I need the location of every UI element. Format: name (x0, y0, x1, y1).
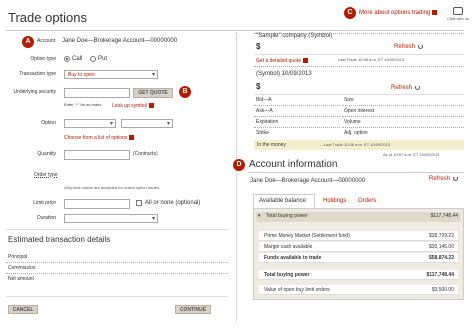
quote1-refresh-button[interactable]: Refresh (394, 44, 424, 50)
refresh-icon (418, 44, 424, 49)
option-month-select[interactable] (64, 119, 116, 128)
balance-row: Value of open buy limit orders $3,500.00 (259, 285, 458, 295)
quote2-refresh-button[interactable]: Refresh (391, 85, 421, 91)
quote2-price: $ (256, 82, 261, 91)
tab-orders[interactable]: Orders (358, 198, 376, 204)
option-strike-select[interactable] (121, 119, 173, 128)
option-label: Option (41, 120, 56, 126)
index-hint: Enter "^" for an index. (64, 102, 103, 107)
total-buying-power-value: $117,748.44 (430, 213, 458, 219)
refresh-icon (415, 85, 421, 90)
tab-available-balance-label: Available balance (259, 198, 306, 204)
underlying-security-input[interactable] (64, 88, 130, 98)
external-link-icon (129, 135, 135, 140)
chat-with-us-link[interactable]: Chat with us (447, 17, 469, 21)
duration-select[interactable] (64, 214, 158, 223)
duration-label: Duration (37, 215, 56, 221)
quote2-right-field: Volume (344, 119, 361, 125)
order-type-note: Only limit orders are accepted for onlin… (64, 185, 161, 190)
limit-price-input[interactable] (64, 199, 130, 209)
quote2-left-field: Ask—A (256, 108, 273, 114)
badge-a: A (22, 36, 34, 48)
transaction-type-label: Transaction type (19, 71, 56, 77)
account-value: Jane Doe—Brokerage Account—00000000 (62, 38, 178, 44)
call-radio[interactable] (64, 56, 70, 62)
quote2-right-field: Open interest (344, 108, 375, 114)
more-about-options-link[interactable]: More about options trading (359, 10, 438, 16)
quote1-price: $ (256, 42, 261, 51)
principal-divider (6, 262, 228, 263)
quote1-last-trade: Last Trade 10:58 a.m. ET 10/09/2013 (338, 57, 405, 62)
badge-b: B (179, 86, 191, 98)
external-link-icon (432, 10, 438, 15)
quote2-divider (254, 94, 464, 95)
page-title: Trade options (8, 10, 88, 25)
account-info-divider (248, 172, 464, 173)
external-link-icon (149, 103, 155, 108)
limit-price-label: Limit price (33, 200, 56, 206)
quote2-field-divider (342, 127, 464, 128)
put-label: Put (98, 56, 108, 62)
order-type-label: Order type (34, 172, 58, 178)
quote2-field-divider (254, 127, 340, 128)
badge-d: D (233, 159, 245, 171)
principal-label: Principal (8, 254, 28, 260)
balance-row: Margin cash available $30,145.00 (259, 242, 458, 252)
quote2-left-field: Bid—A (256, 97, 272, 103)
cancel-button[interactable]: CANCEL (8, 305, 38, 314)
refresh-icon (453, 176, 459, 181)
choose-options-link[interactable]: Choose from a list of options (64, 135, 135, 141)
put-radio[interactable] (90, 56, 96, 62)
estimated-title: Estimated transaction details (8, 235, 111, 244)
external-link-icon (303, 58, 309, 63)
quote1-bottom-divider (254, 66, 464, 67)
option-type-label: Option type (30, 56, 56, 62)
quote2-title: (Symbol) 10/09/2013 (256, 71, 312, 77)
account-label: Account (37, 38, 56, 44)
quantity-input[interactable] (64, 150, 130, 160)
net-amount-label: Net amount (8, 276, 34, 282)
call-label: Call (72, 56, 83, 62)
title-divider (6, 30, 464, 31)
continue-button[interactable]: CONTINUE (175, 305, 211, 314)
chat-icon[interactable] (453, 7, 463, 15)
form-divider (6, 229, 228, 230)
quote2-field-divider (342, 105, 464, 106)
quote2-right-field: Adj. option (344, 130, 368, 136)
quote1-divider (254, 54, 464, 55)
bottom-divider (6, 296, 228, 297)
in-the-money-label: In the money (257, 142, 286, 148)
transaction-type-select[interactable]: Buy to open (64, 70, 158, 79)
quote2-last-trade: —Last Trade 10:58 a.m. ET 10/09/2013 (320, 142, 391, 147)
balance-row: Funds available to trade $58,874.22 (259, 253, 458, 263)
all-or-none-label: All or none (optional) (145, 200, 201, 206)
quote2-field-divider (342, 116, 464, 117)
quote2-field-divider (254, 105, 340, 106)
underlying-security-label: Underlying security (13, 89, 56, 95)
account-info-account: Jane Doe—Brokerage Account—00000000 (250, 178, 366, 184)
total-buying-power-label: Total buying power (266, 213, 308, 219)
quote2-field-divider (254, 116, 340, 117)
quantity-label: Quantity (37, 151, 56, 157)
tab-holdings[interactable]: Holdings (323, 198, 346, 204)
balance-row: Prime Money Market (Settlement fund) $28,… (259, 231, 458, 241)
get-quote-button[interactable]: GET QUOTE (133, 88, 173, 98)
column-separator (236, 32, 237, 322)
account-info-timestamp: As of 10:57 a.m. ET 10/09/2013 (383, 152, 440, 157)
all-or-none-checkbox[interactable] (136, 200, 142, 206)
collapse-arrow-icon: ▾ (258, 213, 261, 219)
lookup-symbol-link[interactable]: Look up symbol (112, 103, 155, 109)
contracts-label: (Contracts) (133, 151, 158, 157)
detailed-quote-link[interactable]: Get a detailed quote (256, 58, 309, 64)
commission-divider (6, 273, 228, 274)
quote2-right-field: Size (344, 97, 354, 103)
balance-row: Total buying power $117,748.44 (259, 270, 458, 280)
account-info-refresh-button[interactable]: Refresh (429, 176, 459, 182)
quote2-left-field: Expiration (256, 119, 279, 125)
account-info-title: Account information (249, 159, 338, 170)
badge-c: C (344, 7, 356, 19)
commission-label: Commission (8, 265, 36, 271)
quote1-title: "Sample" company (Symbol) (256, 33, 333, 39)
quote2-left-field: Strike (256, 130, 269, 136)
